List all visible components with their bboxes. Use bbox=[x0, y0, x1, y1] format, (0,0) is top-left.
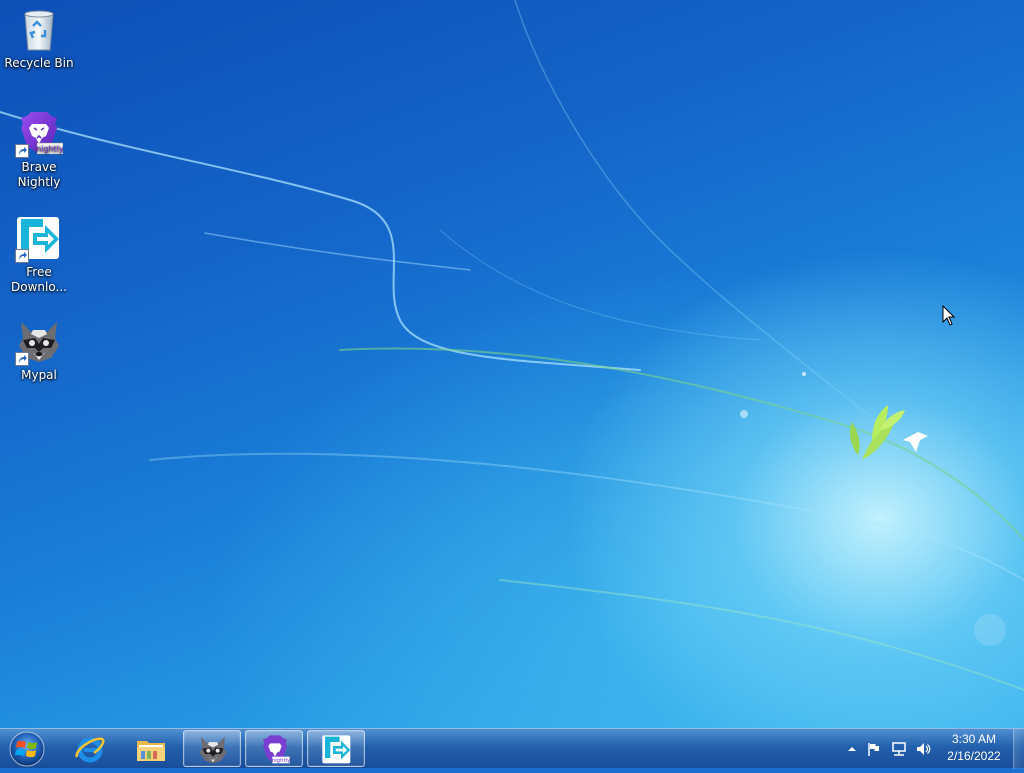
desktop-icon-label: Mypal bbox=[21, 368, 57, 382]
taskbar-button-windows-explorer[interactable] bbox=[122, 730, 180, 767]
shortcut-arrow-icon bbox=[15, 144, 29, 158]
mypal-icon bbox=[15, 318, 63, 366]
shortcut-arrow-icon bbox=[15, 352, 29, 366]
free-download-manager-icon bbox=[322, 735, 351, 764]
desktop-icon-mypal[interactable]: Mypal bbox=[1, 318, 77, 383]
desktop-icon-label: Recycle Bin bbox=[4, 56, 74, 70]
network-icon[interactable] bbox=[891, 741, 907, 757]
taskbar: nightly 3:30 AM 2/16/2022 bbox=[0, 728, 1024, 769]
windows-logo-icon bbox=[9, 731, 45, 767]
desktop-icon-label: Brave Nightly bbox=[17, 160, 61, 189]
mouse-cursor-icon bbox=[942, 305, 956, 326]
volume-icon[interactable] bbox=[915, 741, 931, 757]
desktop-icon-free-download-manager[interactable]: Free Downlo... bbox=[1, 215, 77, 295]
desktop-icon-brave-nightly[interactable]: nightly Brave Nightly bbox=[1, 110, 77, 190]
mypal-icon bbox=[199, 736, 227, 764]
clock-time: 3:30 AM bbox=[951, 732, 997, 746]
folder-icon bbox=[137, 741, 165, 761]
taskbar-button-mypal[interactable] bbox=[183, 730, 241, 767]
show-desktop-button[interactable] bbox=[1013, 729, 1024, 769]
taskbar-button-free-download-manager[interactable] bbox=[307, 730, 365, 767]
show-hidden-icons-arrow[interactable] bbox=[844, 741, 860, 757]
svg-text:nightly: nightly bbox=[36, 145, 63, 154]
clock-date: 2/16/2022 bbox=[947, 749, 1001, 763]
svg-text:nightly: nightly bbox=[272, 758, 290, 764]
internet-explorer-icon bbox=[75, 737, 105, 763]
taskbar-button-brave-nightly[interactable]: nightly bbox=[245, 730, 303, 767]
free-download-manager-icon bbox=[15, 215, 63, 263]
recycle-bin-icon bbox=[15, 6, 63, 54]
shortcut-arrow-icon bbox=[15, 249, 29, 263]
brave-nightly-icon: nightly bbox=[15, 110, 64, 158]
desktop-icon-label: Free Downlo... bbox=[11, 265, 67, 294]
brave-nightly-icon: nightly bbox=[263, 735, 290, 764]
system-clock[interactable]: 3:30 AM 2/16/2022 bbox=[938, 731, 1010, 765]
taskbar-button-internet-explorer[interactable] bbox=[61, 730, 119, 767]
start-button[interactable] bbox=[0, 729, 54, 769]
wallpaper bbox=[0, 0, 1024, 691]
desktop-icon-recycle-bin[interactable]: Recycle Bin bbox=[1, 6, 77, 71]
desktop[interactable]: Recycle Bin nightly Brave Nightly Free D… bbox=[0, 0, 1024, 728]
action-center-flag-icon[interactable] bbox=[866, 741, 882, 757]
